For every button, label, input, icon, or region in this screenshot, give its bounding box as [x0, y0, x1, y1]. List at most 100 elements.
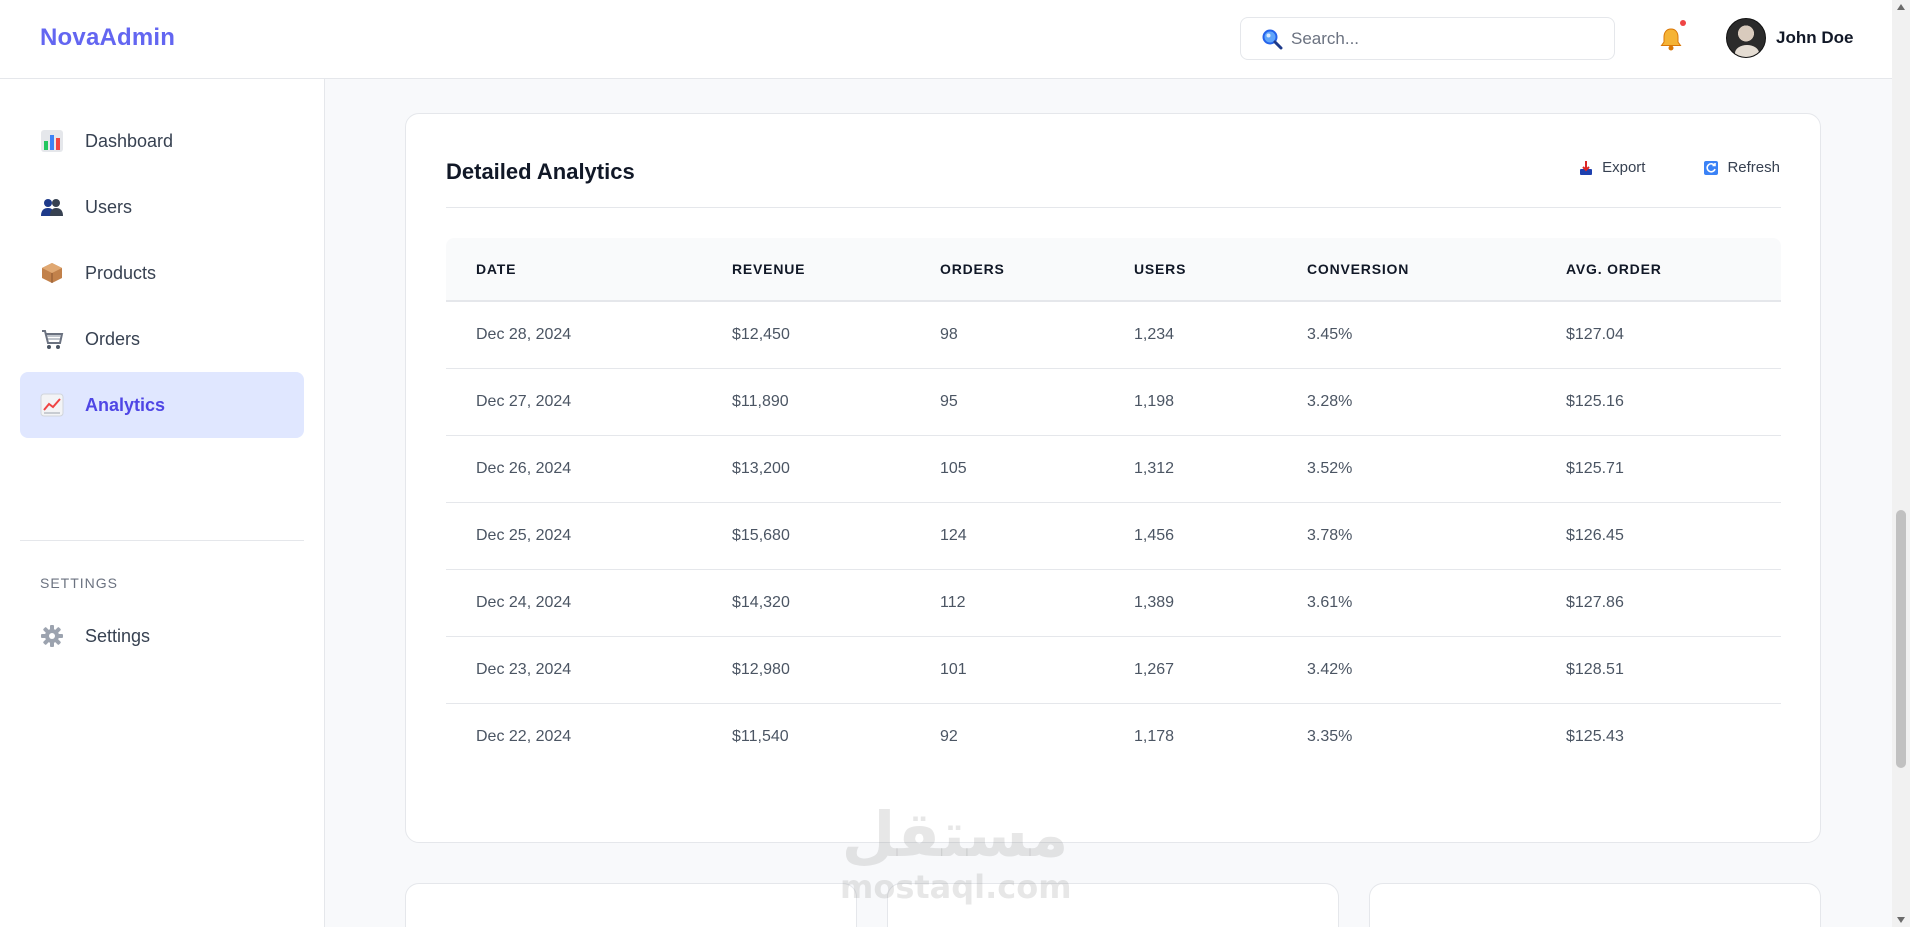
cell-orders: 92: [940, 727, 958, 745]
cell-avg-order: $125.16: [1536, 368, 1781, 436]
cell-orders: 124: [910, 502, 1104, 570]
table-header-row: DATE REVENUE ORDERS USERS CONVERSION AVG…: [446, 238, 1781, 302]
cell-conversion: 3.78%: [1277, 502, 1536, 570]
column-header-avg-order[interactable]: AVG. ORDER: [1536, 238, 1781, 302]
table-row[interactable]: Dec 23, 2024 $12,980 101 1,267 3.42% $12…: [446, 636, 1781, 704]
user-name: John Doe: [1776, 28, 1854, 47]
bar-chart-icon: [40, 129, 64, 153]
cell-date: Dec 22, 2024: [476, 727, 572, 745]
cell-avg-order: $125.43: [1566, 727, 1624, 745]
cell-date: Dec 26, 2024: [446, 435, 702, 503]
top-bar: NovaAdmin John Doe: [0, 0, 1892, 79]
avatar: [1726, 18, 1766, 58]
search-box[interactable]: [1240, 17, 1615, 60]
user-menu[interactable]: John Doe: [1726, 18, 1853, 58]
sidebar-item-label: Settings: [85, 625, 151, 646]
sidebar-item-settings[interactable]: Settings: [20, 603, 304, 669]
package-icon: [40, 261, 64, 285]
column-header-revenue[interactable]: REVENUE: [702, 238, 910, 302]
scrollbar-thumb[interactable]: [1896, 510, 1906, 768]
sidebar-item-label: Orders: [85, 328, 141, 349]
refresh-button[interactable]: Refresh: [1703, 159, 1780, 176]
cell-conversion: 3.61%: [1277, 569, 1536, 637]
cell-revenue: $12,980: [702, 636, 910, 704]
sidebar-item-products[interactable]: Products: [20, 240, 304, 306]
cell-conversion: 3.42%: [1277, 636, 1536, 704]
cell-orders: 105: [910, 435, 1104, 503]
summary-card: [405, 883, 857, 927]
brand-logo[interactable]: NovaAdmin: [40, 24, 175, 52]
sidebar-item-label: Dashboard: [85, 130, 174, 151]
cell-users: 1,198: [1104, 368, 1277, 436]
sidebar-item-users[interactable]: Users: [20, 174, 304, 240]
sidebar: Dashboard Users Products Orders Analytic…: [0, 79, 325, 927]
settings-section-label: SETTINGS: [40, 575, 119, 591]
cell-revenue: $11,890: [702, 368, 910, 436]
cell-users: 1,178: [1134, 727, 1175, 745]
card-title: Detailed Analytics: [446, 159, 635, 184]
sidebar-item-analytics[interactable]: Analytics: [20, 372, 304, 438]
summary-card: [887, 883, 1339, 927]
scroll-down-arrow-icon[interactable]: [1897, 917, 1905, 923]
column-header-conversion[interactable]: CONVERSION: [1277, 238, 1536, 302]
refresh-icon: [1703, 160, 1719, 176]
cell-date: Dec 28, 2024: [446, 301, 702, 369]
cell-revenue: $11,540: [732, 727, 789, 745]
column-header-orders[interactable]: ORDERS: [910, 238, 1104, 302]
summary-card: [1369, 883, 1821, 927]
table-row[interactable]: Dec 27, 2024 $11,890 95 1,198 3.28% $125…: [446, 368, 1781, 436]
page-scrollbar[interactable]: [1892, 0, 1910, 927]
table-row[interactable]: Dec 25, 2024 $15,680 124 1,456 3.78% $12…: [446, 502, 1781, 570]
cart-icon: [40, 327, 64, 351]
cell-users: 1,312: [1104, 435, 1277, 503]
cell-conversion: 3.52%: [1277, 435, 1536, 503]
sidebar-item-orders[interactable]: Orders: [20, 306, 304, 372]
bell-icon: [1660, 28, 1682, 51]
cell-revenue: $13,200: [702, 435, 910, 503]
table-row[interactable]: Dec 26, 2024 $13,200 105 1,312 3.52% $12…: [446, 435, 1781, 503]
cell-users: 1,389: [1104, 569, 1277, 637]
cell-avg-order: $125.71: [1536, 435, 1781, 503]
cell-orders: 98: [910, 301, 1104, 369]
sidebar-item-label: Users: [85, 196, 133, 217]
cell-revenue: $15,680: [702, 502, 910, 570]
cell-users: 1,456: [1104, 502, 1277, 570]
table-row[interactable]: Dec 24, 2024 $14,320 112 1,389 3.61% $12…: [446, 569, 1781, 637]
card-divider: [446, 207, 1781, 208]
cell-avg-order: $128.51: [1536, 636, 1781, 704]
detailed-analytics-card: Detailed Analytics Export Refresh DATE R…: [405, 113, 1821, 843]
cell-users: 1,267: [1104, 636, 1277, 704]
scroll-up-arrow-icon[interactable]: [1897, 4, 1905, 10]
table-row[interactable]: Dec 28, 2024 $12,450 98 1,234 3.45% $127…: [446, 301, 1781, 369]
cell-avg-order: $127.86: [1536, 569, 1781, 637]
sidebar-item-label: Analytics: [85, 394, 166, 415]
trend-chart-icon: [40, 393, 64, 417]
cell-date: Dec 24, 2024: [446, 569, 702, 637]
refresh-label: Refresh: [1727, 159, 1780, 176]
sidebar-item-label: Products: [85, 262, 157, 283]
cell-avg-order: $126.45: [1536, 502, 1781, 570]
notifications-button[interactable]: [1658, 20, 1686, 52]
column-header-date[interactable]: DATE: [446, 238, 702, 302]
cell-conversion: 3.28%: [1277, 368, 1536, 436]
cell-revenue: $12,450: [702, 301, 910, 369]
analytics-table: DATE REVENUE ORDERS USERS CONVERSION AVG…: [446, 238, 1781, 770]
gear-icon: [40, 624, 64, 648]
notification-badge: [1680, 20, 1686, 26]
search-icon: [1261, 28, 1283, 50]
sidebar-item-dashboard[interactable]: Dashboard: [20, 108, 304, 174]
cell-date: Dec 23, 2024: [446, 636, 702, 704]
column-header-users[interactable]: USERS: [1104, 238, 1277, 302]
cell-avg-order: $127.04: [1536, 301, 1781, 369]
cell-orders: 112: [910, 569, 1104, 637]
sidebar-divider: [20, 540, 304, 541]
cell-conversion: 3.45%: [1277, 301, 1536, 369]
cell-orders: 101: [910, 636, 1104, 704]
search-input[interactable]: [1291, 28, 1591, 49]
cell-orders: 95: [910, 368, 1104, 436]
cell-users: 1,234: [1104, 301, 1277, 369]
export-button[interactable]: Export: [1578, 159, 1645, 176]
table-row[interactable]: Dec 22, 2024 $11,540 92 1,178 3.35% $125…: [446, 703, 1781, 770]
cell-date: Dec 27, 2024: [446, 368, 702, 436]
users-icon: [40, 195, 64, 219]
